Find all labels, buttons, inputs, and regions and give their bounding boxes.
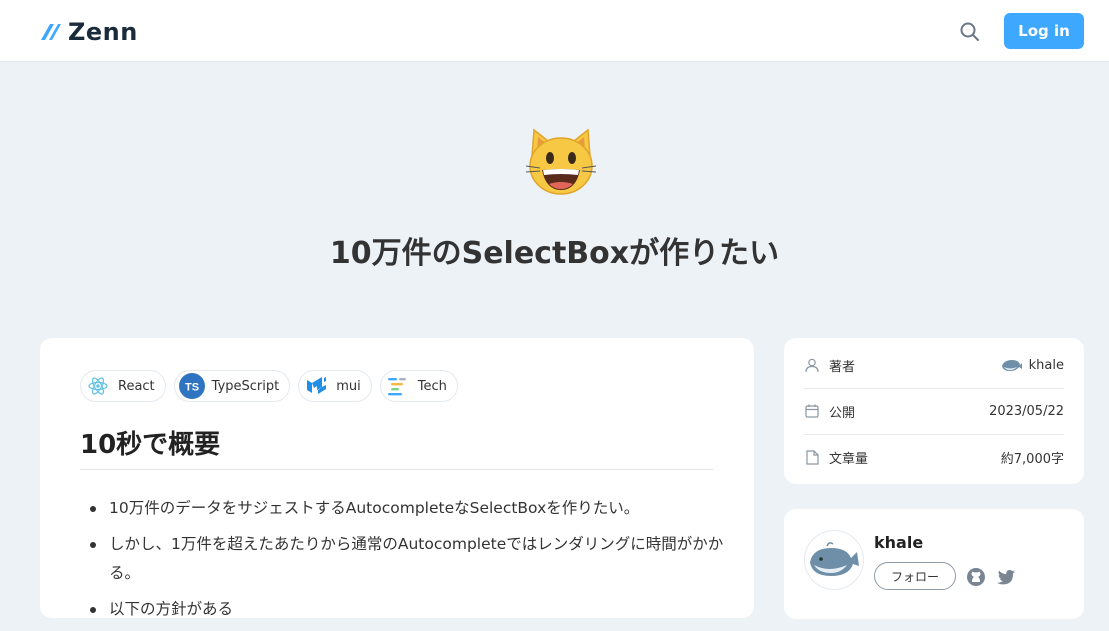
grinning-cat-emoji (524, 126, 598, 200)
topic-tags: React TS TypeScript mui Tech (80, 370, 458, 402)
tag-mui[interactable]: mui (298, 370, 372, 402)
document-icon (804, 449, 820, 465)
tag-typescript[interactable]: TS TypeScript (173, 370, 291, 402)
avatar[interactable] (804, 530, 864, 590)
tag-label: mui (336, 378, 361, 394)
typescript-icon: TS (178, 373, 205, 399)
twitter-icon[interactable] (996, 567, 1016, 587)
author-card: khale フォロー (784, 509, 1084, 619)
tag-label: React (118, 378, 155, 394)
tech-icon (385, 373, 411, 399)
list-item: 10万件のデータをサジェストするAutocompleteなSelectBoxを作… (88, 494, 728, 523)
login-button[interactable]: Log in (1004, 13, 1084, 49)
github-icon[interactable] (966, 567, 986, 587)
author-name[interactable]: khale (874, 533, 923, 552)
tag-tech[interactable]: Tech (379, 370, 458, 402)
follow-button[interactable]: フォロー (874, 562, 956, 590)
published-date: 2023/05/22 (989, 403, 1064, 419)
mui-icon (303, 373, 329, 399)
length-value: 約7,000字 (1000, 451, 1064, 467)
tag-label: TypeScript (211, 378, 280, 394)
react-icon (85, 373, 111, 399)
section-heading: 10秒で概要 (80, 430, 221, 460)
logo-text: Zenn (68, 18, 138, 46)
heading-divider (80, 469, 714, 470)
person-icon (804, 357, 820, 373)
search-icon[interactable] (958, 20, 982, 44)
article-body: React TS TypeScript mui Tech 10秒で概要 10万件… (40, 338, 754, 618)
summary-list: 10万件のデータをサジェストするAutocompleteなSelectBoxを作… (88, 494, 728, 631)
tag-react[interactable]: React (80, 370, 166, 402)
site-header: Zenn Log in (0, 0, 1109, 62)
list-item: 以下の方針がある (88, 595, 728, 624)
article-info-card: 著者 khale 公開 2023/05/22 文章量 約7,000字 (784, 338, 1084, 484)
whale-avatar-icon (1001, 360, 1022, 371)
published-label: 公開 (829, 405, 856, 421)
zenn-logo-icon (41, 24, 61, 40)
author-label: 著者 (829, 359, 856, 375)
info-row-published: 公開 2023/05/22 (804, 388, 1064, 434)
list-item: しかし、1万件を超えたあたりから通常のAutocompleteではレンダリングに… (88, 530, 728, 588)
author-name: khale (1028, 357, 1064, 373)
zenn-logo[interactable]: Zenn (40, 18, 138, 46)
article-title: 10万件のSelectBoxが作りたい (329, 236, 780, 271)
svg-text:TS: TS (185, 382, 199, 394)
info-row-author: 著者 khale (804, 342, 1064, 388)
calendar-icon (804, 403, 820, 419)
author-link[interactable]: khale (1001, 358, 1064, 373)
info-row-length: 文章量 約7,000字 (804, 434, 1064, 480)
length-label: 文章量 (829, 451, 869, 467)
tag-label: Tech (417, 378, 447, 394)
